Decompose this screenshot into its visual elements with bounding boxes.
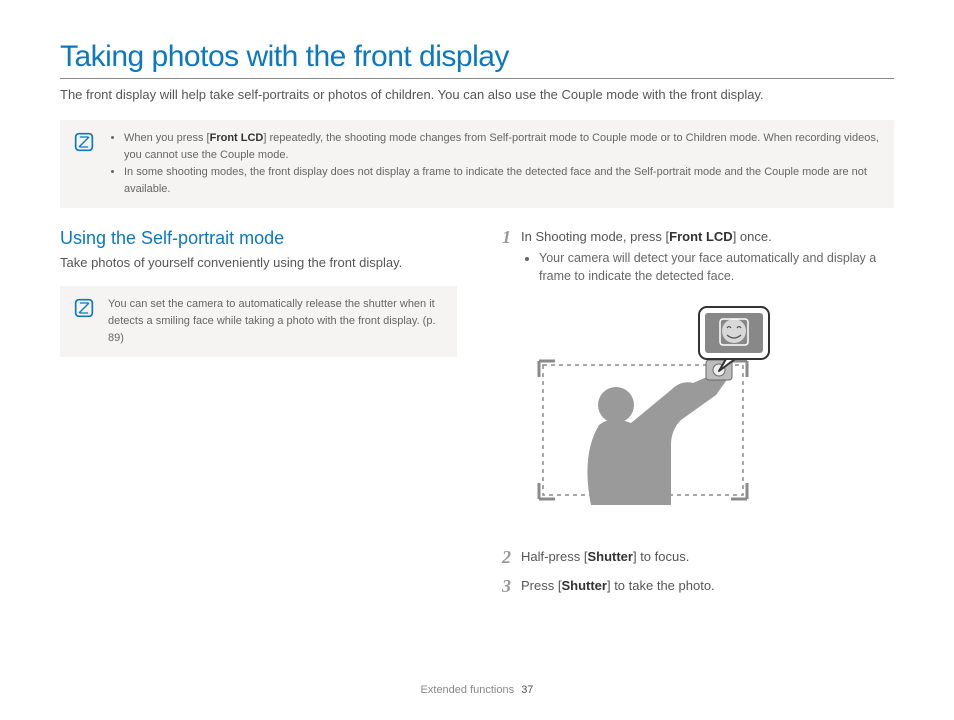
section-heading: Using the Self-portrait mode bbox=[60, 228, 457, 249]
left-column: Using the Self-portrait mode Take photos… bbox=[60, 228, 457, 605]
step-body: Press [Shutter] to take the photo. bbox=[521, 577, 894, 595]
step-2: 2 Half-press [Shutter] to focus. bbox=[497, 548, 894, 566]
intro-text: The front display will help take self-po… bbox=[60, 87, 894, 102]
step-1: 1 In Shooting mode, press [Front LCD] on… bbox=[497, 228, 894, 285]
note-icon bbox=[74, 132, 94, 152]
step-body: Half-press [Shutter] to focus. bbox=[521, 548, 894, 566]
step-body: In Shooting mode, press [Front LCD] once… bbox=[521, 228, 894, 285]
page-footer: Extended functions 37 bbox=[0, 684, 954, 696]
section-subtext: Take photos of yourself conveniently usi… bbox=[60, 255, 457, 270]
top-note-box: When you press [Front LCD] repeatedly, t… bbox=[60, 120, 894, 208]
left-note-box: You can set the camera to automatically … bbox=[60, 286, 457, 357]
step-number: 1 bbox=[497, 228, 511, 246]
footer-section: Extended functions bbox=[421, 684, 515, 696]
self-portrait-illustration bbox=[521, 305, 801, 525]
step-number: 2 bbox=[497, 548, 511, 566]
page-title: Taking photos with the front display bbox=[60, 40, 894, 79]
top-note-item: In some shooting modes, the front displa… bbox=[124, 164, 880, 198]
note-icon bbox=[74, 298, 94, 318]
step-bullet: Your camera will detect your face automa… bbox=[539, 250, 894, 285]
right-column: 1 In Shooting mode, press [Front LCD] on… bbox=[497, 228, 894, 605]
page-number: 37 bbox=[521, 684, 533, 696]
left-note-text: You can set the camera to automatically … bbox=[108, 296, 443, 347]
top-note-item: When you press [Front LCD] repeatedly, t… bbox=[124, 130, 880, 164]
step-number: 3 bbox=[497, 577, 511, 595]
top-note-list: When you press [Front LCD] repeatedly, t… bbox=[108, 130, 880, 198]
step-3: 3 Press [Shutter] to take the photo. bbox=[497, 577, 894, 595]
